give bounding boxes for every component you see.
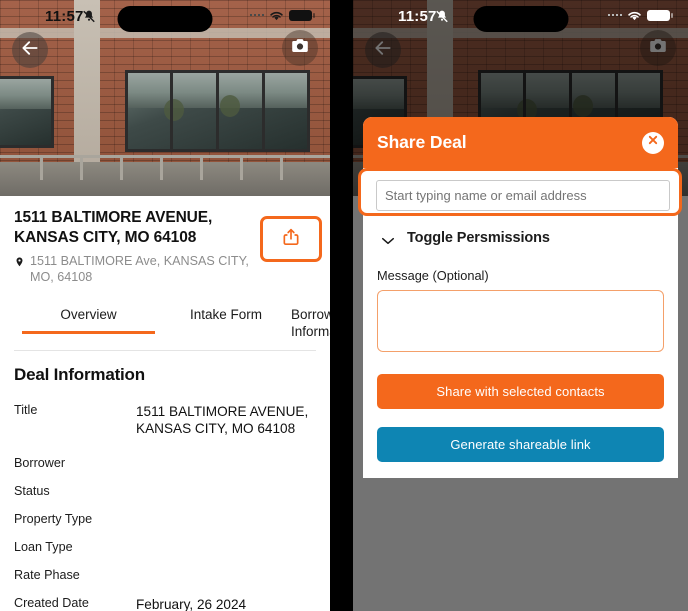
table-row: Title 1511 BALTIMORE AVENUE, KANSAS CITY… (14, 403, 316, 438)
status-bar: 11:57 (353, 0, 688, 32)
page-title: 1511 BALTIMORE AVENUE, KANSAS CITY, MO 6… (14, 209, 213, 246)
toggle-permissions-row[interactable]: Toggle Persmissions (381, 230, 664, 246)
modal-header: Share Deal (363, 117, 678, 168)
row-label: Status (14, 483, 50, 498)
property-photo: 11:57 (0, 0, 330, 196)
wifi-icon (627, 9, 642, 21)
row-label: Rate Phase (14, 567, 80, 582)
phone-screen-share-modal: 11:57 Share Deal Start typing name or em… (353, 0, 688, 611)
bell-slash-icon (82, 9, 96, 24)
battery-icon (289, 9, 315, 21)
photo-railing (0, 155, 330, 180)
arrow-left-icon (20, 38, 40, 63)
contact-input-highlight (358, 168, 682, 216)
camera-button[interactable] (282, 30, 318, 66)
close-button[interactable] (642, 131, 664, 154)
table-row: Created Date February, 26 2024 (14, 596, 316, 611)
message-textarea[interactable] (377, 290, 664, 352)
photo-window-main (125, 70, 310, 152)
share-button[interactable] (260, 216, 322, 262)
row-label: Created Date (14, 595, 89, 610)
tab-bar: Overview Intake Form Borrower Informatio… (14, 298, 330, 351)
table-row: Loan Type (14, 540, 316, 554)
contact-search-input[interactable] (376, 180, 670, 211)
device-notch (473, 6, 568, 32)
row-label: Loan Type (14, 539, 73, 554)
close-x-icon (646, 133, 660, 152)
tab-intake-form[interactable]: Intake Form (161, 299, 291, 333)
row-label: Borrower (14, 455, 66, 470)
tab-borrower-information[interactable]: Borrower Information (291, 299, 330, 350)
row-value: February, 26 2024 (136, 596, 247, 611)
screenshot-stage: 11:57 1511 BALTIMORE AVENUE, KANSAS CITY… (0, 0, 688, 611)
deal-information-section: Deal Information Title 1511 BALTIMORE AV… (0, 350, 330, 611)
address-row: 1511 BALTIMORE Ave, KANSAS CITY, MO, 641… (14, 253, 269, 285)
photo-tree (220, 95, 240, 117)
share-upload-icon (281, 227, 301, 252)
status-bar-time: 11:57 (45, 8, 84, 25)
share-with-contacts-button[interactable]: Share with selected contacts (377, 374, 664, 409)
toggle-permissions-label: Toggle Persmissions (407, 230, 550, 246)
device-notch (117, 6, 213, 32)
map-pin-icon (14, 255, 25, 274)
table-row: Status (14, 484, 316, 498)
photo-window-reflection (0, 79, 51, 110)
phone-screen-deal-detail: 11:57 1511 BALTIMORE AVENUE, KANSAS CITY… (0, 0, 330, 611)
photo-mullion (170, 73, 173, 149)
photo-tree (164, 99, 184, 121)
row-value: 1511 BALTIMORE AVENUE, KANSAS CITY, MO 6… (136, 403, 309, 437)
back-button[interactable] (12, 32, 48, 68)
bell-slash-icon (435, 9, 449, 24)
row-label: Title (14, 402, 38, 417)
wifi-icon (269, 9, 284, 21)
status-bar-indicators (607, 9, 673, 21)
modal-title: Share Deal (377, 132, 467, 152)
table-row: Borrower (14, 456, 316, 470)
table-row: Rate Phase (14, 568, 316, 582)
message-label: Message (Optional) (377, 268, 489, 283)
tab-overview[interactable]: Overview (16, 299, 161, 334)
row-label: Property Type (14, 511, 93, 526)
section-heading: Deal Information (14, 364, 145, 384)
status-bar-indicators (249, 9, 315, 21)
photo-mullion (262, 73, 265, 149)
address-text: 1511 BALTIMORE Ave, KANSAS CITY, MO, 641… (30, 253, 249, 284)
signal-dots-icon (249, 13, 264, 17)
camera-icon (289, 35, 311, 62)
share-deal-modal: Share Deal Start typing name or email ad… (358, 117, 682, 478)
signal-dots-icon (607, 13, 622, 17)
photo-mullion (216, 73, 219, 149)
photo-window-left (0, 76, 54, 148)
generate-link-button[interactable]: Generate shareable link (377, 427, 664, 462)
battery-icon (647, 9, 673, 21)
chevron-down-icon (381, 233, 395, 245)
table-row: Property Type (14, 512, 316, 526)
deal-header-card: 1511 BALTIMORE AVENUE, KANSAS CITY, MO 6… (0, 196, 330, 351)
status-bar: 11:57 (0, 0, 330, 32)
status-bar-time: 11:57 (398, 8, 437, 25)
